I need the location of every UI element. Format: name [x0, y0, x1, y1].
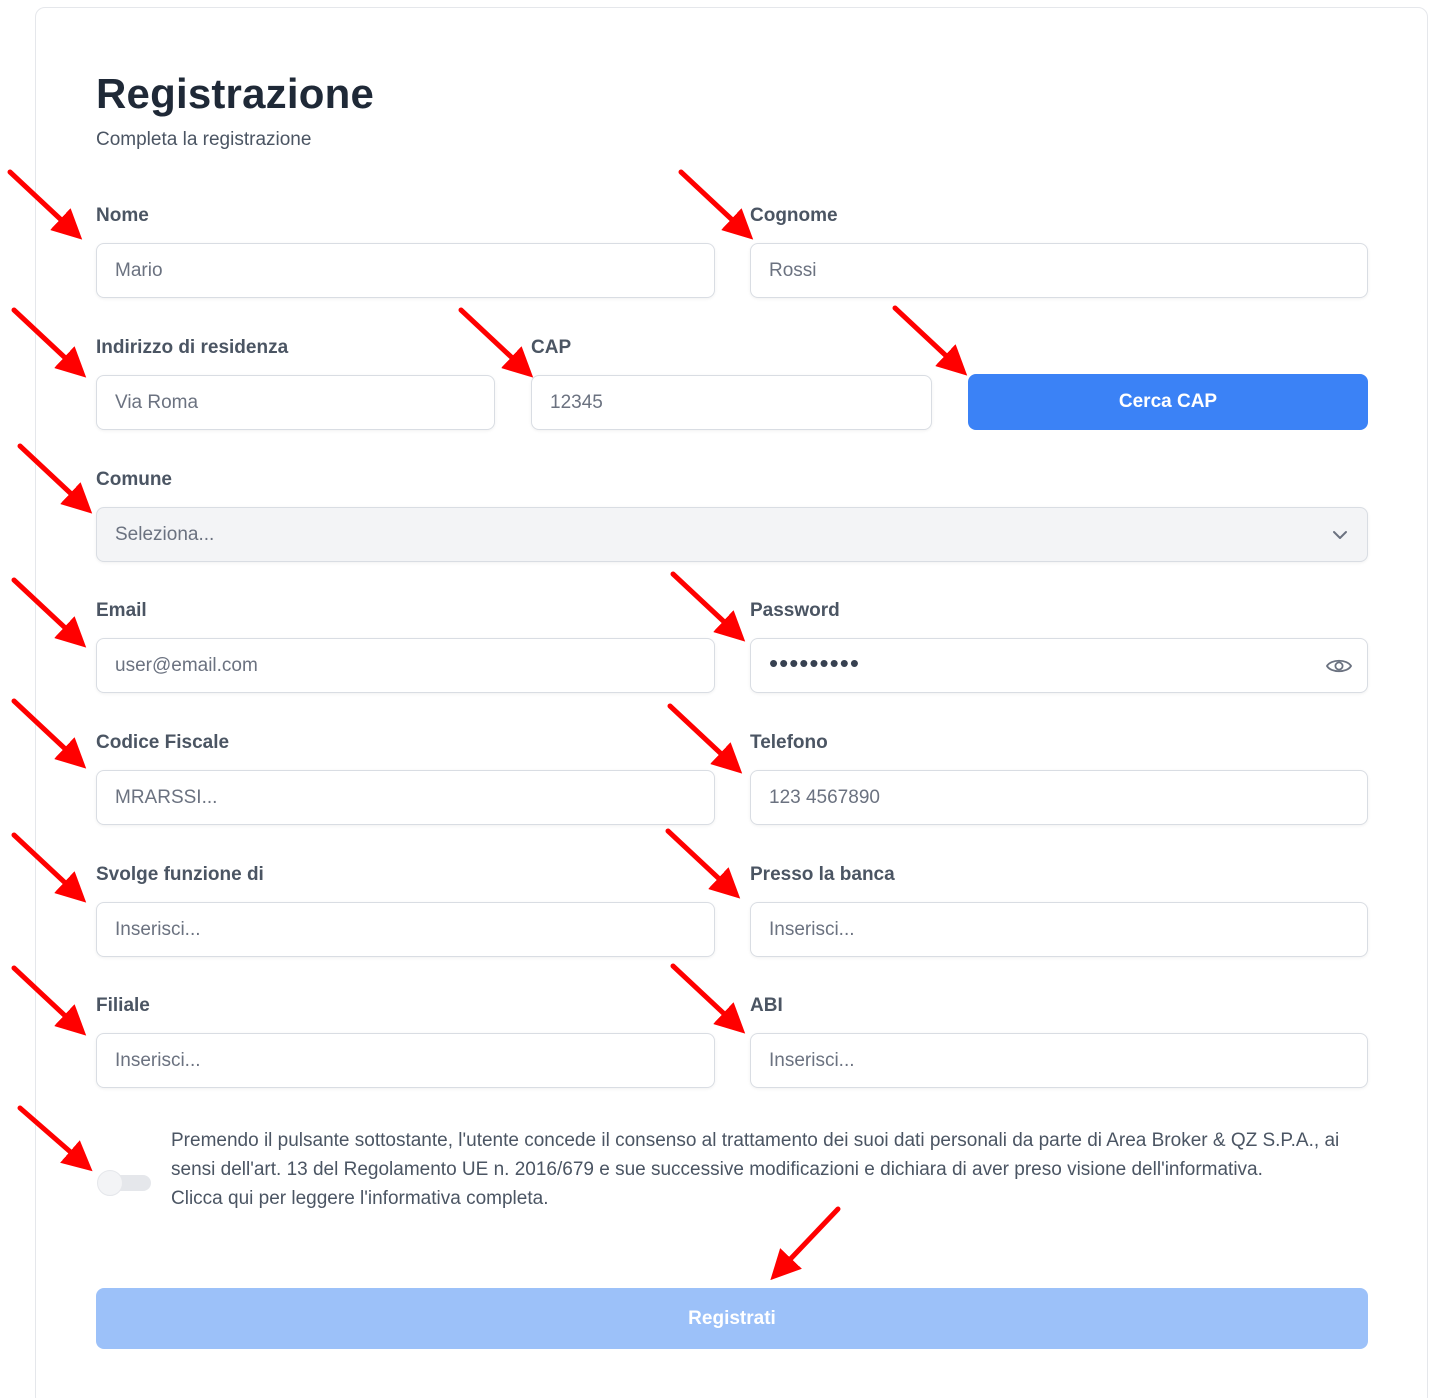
codice-fiscale-value: MRARSSI... — [115, 786, 218, 808]
consent-text: Premendo il pulsante sottostante, l'uten… — [171, 1130, 1340, 1180]
abi-input[interactable]: Inserisci... — [750, 1033, 1368, 1088]
cognome-value: Rossi — [769, 259, 817, 281]
privacy-policy-link[interactable]: Clicca qui per leggere l'informativa com… — [171, 1184, 1351, 1213]
cognome-input[interactable]: Rossi — [750, 243, 1368, 298]
password-label: Password — [750, 600, 840, 621]
banca-placeholder: Inserisci... — [769, 918, 855, 940]
filiale-input[interactable]: Inserisci... — [96, 1033, 715, 1088]
indirizzo-value: Via Roma — [115, 391, 199, 413]
telefono-input[interactable]: 123 4567890 — [750, 770, 1368, 825]
password-value: ••••••••• — [769, 647, 860, 678]
cognome-label: Cognome — [750, 205, 838, 226]
banca-label: Presso la banca — [750, 864, 895, 885]
telefono-label: Telefono — [750, 732, 828, 753]
email-value: user@email.com — [115, 654, 258, 676]
cerca-cap-button[interactable]: Cerca CAP — [968, 374, 1368, 430]
comune-placeholder: Seleziona... — [115, 523, 215, 545]
codice-fiscale-input[interactable]: MRARSSI... — [96, 770, 715, 825]
eye-icon[interactable] — [1325, 654, 1353, 678]
nome-value: Mario — [115, 259, 163, 281]
cap-label: CAP — [531, 337, 572, 358]
consent-toggle[interactable] — [97, 1170, 151, 1196]
nome-input[interactable]: Mario — [96, 243, 715, 298]
register-button[interactable]: Registrati — [96, 1288, 1368, 1349]
indirizzo-input[interactable]: Via Roma — [96, 375, 495, 430]
comune-label: Comune — [96, 469, 172, 490]
abi-placeholder: Inserisci... — [769, 1049, 855, 1071]
cap-input[interactable]: 12345 — [531, 375, 932, 430]
funzione-placeholder: Inserisci... — [115, 918, 201, 940]
consent-text-block: Premendo il pulsante sottostante, l'uten… — [171, 1126, 1351, 1213]
funzione-label: Svolge funzione di — [96, 864, 264, 885]
comune-select[interactable]: Seleziona... — [96, 507, 1368, 562]
page-subtitle: Completa la registrazione — [96, 129, 312, 150]
toggle-knob — [97, 1170, 123, 1196]
telefono-value: 123 4567890 — [769, 786, 880, 808]
chevron-down-icon — [1333, 531, 1347, 539]
email-input[interactable]: user@email.com — [96, 638, 715, 693]
cap-value: 12345 — [550, 391, 603, 413]
filiale-label: Filiale — [96, 995, 150, 1016]
codice-fiscale-label: Codice Fiscale — [96, 732, 230, 753]
indirizzo-label: Indirizzo di residenza — [96, 337, 289, 358]
banca-input[interactable]: Inserisci... — [750, 902, 1368, 957]
page-title: Registrazione — [96, 70, 374, 117]
funzione-input[interactable]: Inserisci... — [96, 902, 715, 957]
filiale-placeholder: Inserisci... — [115, 1049, 201, 1071]
nome-label: Nome — [96, 205, 149, 226]
abi-label: ABI — [750, 995, 783, 1016]
password-input[interactable]: ••••••••• — [750, 638, 1368, 693]
email-label: Email — [96, 600, 147, 621]
